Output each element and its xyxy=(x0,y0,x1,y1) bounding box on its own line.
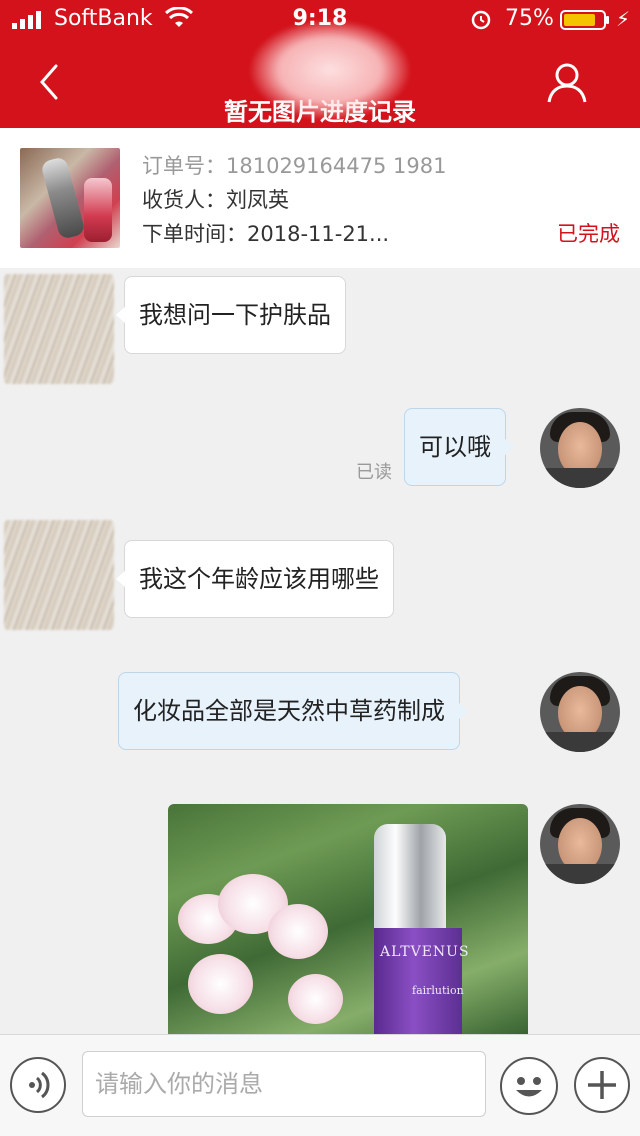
message-bubble[interactable]: 我想问一下护肤品 xyxy=(116,276,346,354)
input-bar xyxy=(0,1034,640,1136)
avatar-shoulder-shape xyxy=(540,468,620,488)
order-status-badge: 已完成 xyxy=(557,222,620,246)
avatar[interactable] xyxy=(540,804,620,884)
alarm-icon xyxy=(471,10,491,30)
battery-icon xyxy=(560,10,609,30)
avatar-shoulder-shape xyxy=(540,864,620,884)
add-button[interactable] xyxy=(574,1057,630,1113)
product-brand: ALTVENUS xyxy=(380,944,470,960)
user-icon[interactable] xyxy=(546,62,588,104)
flower-shape xyxy=(188,954,253,1014)
message-bubble[interactable]: 可以哦 xyxy=(404,408,514,486)
read-receipt: 已读 xyxy=(356,462,392,483)
message-bubble[interactable]: 化妆品全部是天然中草药制成 xyxy=(118,672,468,750)
emoji-button[interactable] xyxy=(500,1057,558,1115)
voice-icon xyxy=(29,1071,50,1099)
message-input[interactable] xyxy=(82,1051,486,1117)
battery-percent: 75% xyxy=(505,6,554,31)
order-receiver: 收货人：刘凤英 xyxy=(142,188,289,212)
plus-icon xyxy=(588,1071,616,1099)
chat-messages[interactable]: 我想问一下护肤品 已读 可以哦 我这个年龄应该用哪些 化妆品全部是天然中草药制成… xyxy=(0,268,640,1034)
order-card[interactable]: 订单号：181029164475 1981 收货人：刘凤英 下单时间：2018-… xyxy=(0,128,640,268)
product-subbrand: fairlution xyxy=(412,984,464,997)
redaction-scribble xyxy=(250,20,410,120)
order-number: 订单号：181029164475 1981 xyxy=(142,154,447,178)
avatar[interactable] xyxy=(540,408,620,488)
avatar[interactable] xyxy=(540,672,620,752)
smile-icon xyxy=(516,1077,542,1097)
product-bottle-shape xyxy=(40,155,86,241)
avatar-shoulder-shape xyxy=(540,732,620,752)
message-bubble[interactable]: 我这个年龄应该用哪些 xyxy=(116,540,394,618)
product-bottle: ALTVENUS fairlution xyxy=(368,824,469,1034)
order-thumbnail xyxy=(20,148,120,248)
voice-button[interactable] xyxy=(10,1057,66,1113)
message-image[interactable]: ALTVENUS fairlution xyxy=(168,804,528,1034)
product-bottle-shape xyxy=(84,178,112,242)
avatar[interactable] xyxy=(4,274,114,384)
header: SoftBank 9:18 75% ⚡ 暂无图片进度记录 xyxy=(0,0,640,128)
flower-shape xyxy=(288,974,343,1024)
flower-shape xyxy=(268,904,328,959)
order-time: 下单时间：2018-11-21... xyxy=(142,222,390,246)
product-cap-shape xyxy=(374,824,446,934)
charging-icon: ⚡ xyxy=(616,7,631,31)
avatar[interactable] xyxy=(4,520,114,630)
